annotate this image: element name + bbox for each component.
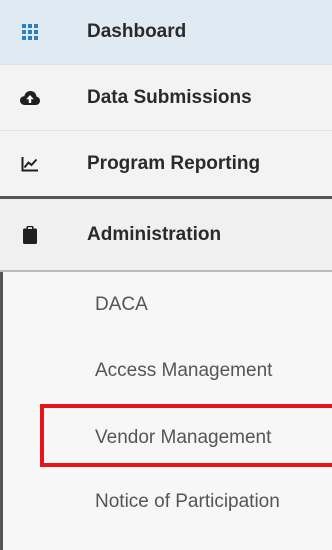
- submenu-item-daca[interactable]: DACA: [95, 294, 148, 316]
- grid-icon: [20, 22, 40, 42]
- sidebar-item-program-reporting[interactable]: Program Reporting: [0, 130, 332, 196]
- sidebar-item-administration[interactable]: Administration: [0, 196, 332, 272]
- sidebar-item-label: Administration: [87, 223, 222, 245]
- clipboard-icon: [20, 225, 40, 245]
- administration-submenu: DACA Access Management Vendor Management…: [0, 272, 332, 550]
- line-chart-icon: [20, 154, 40, 174]
- sidebar-item-label: Dashboard: [87, 21, 187, 42]
- sidebar-item-label: Data Submissions: [87, 86, 252, 108]
- submenu-item-notice-of-participation[interactable]: Notice of Participation: [95, 491, 280, 513]
- sidebar-item-dashboard[interactable]: Dashboard: [0, 0, 332, 64]
- sidebar-nav: Dashboard Data Submissions Program Repor…: [0, 0, 332, 550]
- submenu-item-vendor-management[interactable]: Vendor Management: [95, 427, 271, 449]
- sidebar-item-data-submissions[interactable]: Data Submissions: [0, 64, 332, 130]
- sidebar-item-label: Program Reporting: [87, 152, 261, 174]
- cloud-upload-icon: [20, 88, 40, 108]
- submenu-item-access-management[interactable]: Access Management: [95, 360, 272, 382]
